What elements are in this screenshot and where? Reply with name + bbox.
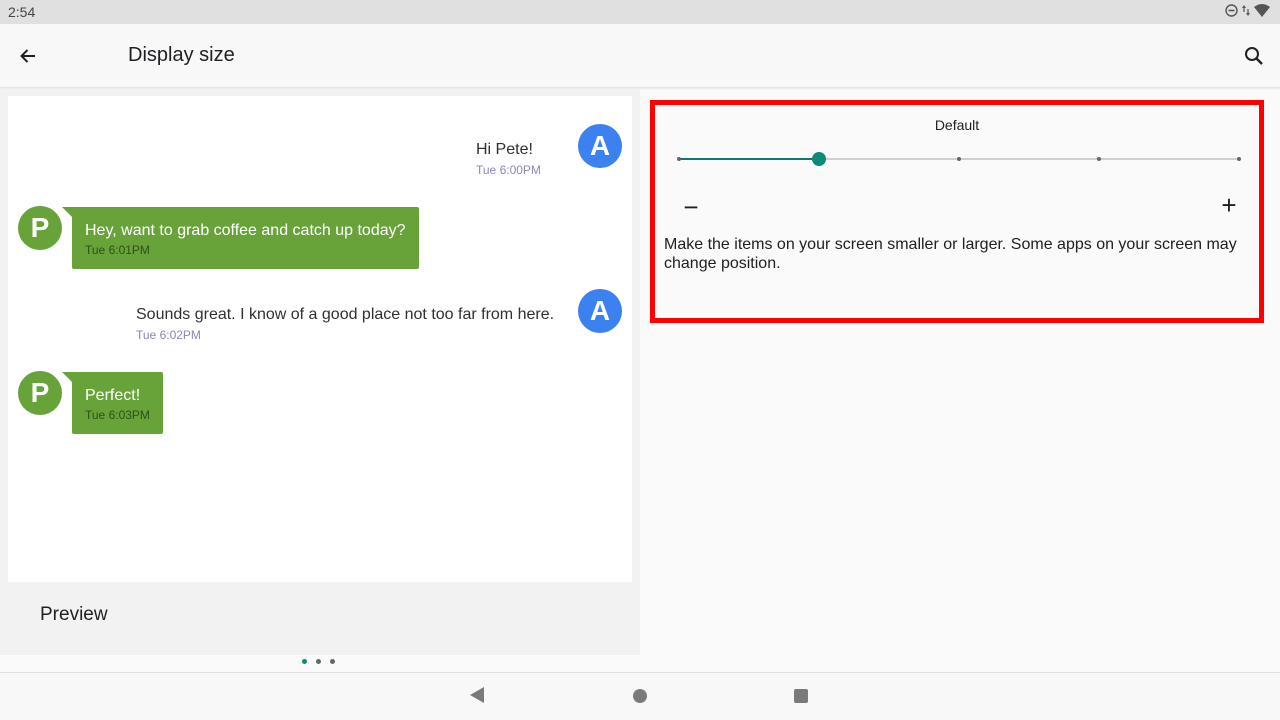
avatar: A bbox=[578, 124, 622, 168]
plus-icon: + bbox=[1221, 189, 1237, 220]
message-text: Hi Pete! bbox=[476, 141, 533, 158]
preview-card: A Hi Pete! Tue 6:00PM P Hey, want to gra… bbox=[8, 96, 632, 582]
message-time: Tue 6:02PM bbox=[136, 328, 201, 342]
avatar: P bbox=[18, 371, 62, 415]
preview-pane[interactable]: A Hi Pete! Tue 6:00PM P Hey, want to gra… bbox=[0, 89, 640, 655]
slider-tick[interactable] bbox=[677, 157, 681, 161]
status-icons bbox=[1225, 4, 1270, 20]
data-transfer-icon bbox=[1242, 4, 1250, 20]
message-text: Perfect! bbox=[85, 387, 141, 404]
size-label: Default bbox=[934, 117, 980, 133]
slider-tick[interactable] bbox=[1237, 157, 1241, 161]
increase-size-button[interactable]: + bbox=[1217, 190, 1241, 220]
message-outgoing: Sounds great. I know of a good place not… bbox=[136, 306, 554, 342]
message-text: Sounds great. I know of a good place not… bbox=[136, 306, 555, 323]
slider-thumb[interactable] bbox=[812, 152, 826, 166]
display-size-panel: Default − + Make the items on your scree… bbox=[650, 100, 1264, 323]
navigation-bar bbox=[0, 672, 1280, 720]
page-indicator[interactable] bbox=[302, 659, 335, 664]
message-incoming: Perfect! Tue 6:03PM bbox=[62, 372, 163, 434]
search-icon bbox=[1245, 47, 1263, 65]
message-time: Tue 6:00PM bbox=[476, 163, 541, 177]
page-dot[interactable] bbox=[302, 659, 307, 664]
slider-tick[interactable] bbox=[957, 157, 961, 161]
back-button[interactable] bbox=[14, 42, 42, 70]
app-bar: Display size bbox=[0, 24, 1280, 88]
do-not-disturb-icon bbox=[1225, 4, 1238, 20]
back-arrow-icon bbox=[20, 49, 35, 63]
page-title: Display size bbox=[128, 44, 235, 66]
page-dot[interactable] bbox=[330, 659, 335, 664]
preview-label: Preview bbox=[40, 604, 108, 625]
slider-fill bbox=[679, 158, 819, 160]
message-outgoing: Hi Pete! Tue 6:00PM bbox=[476, 141, 541, 177]
message-text: Hey, want to grab coffee and catch up to… bbox=[85, 222, 406, 239]
decrease-size-button[interactable]: − bbox=[679, 192, 703, 222]
minus-icon: − bbox=[683, 191, 699, 222]
nav-recents-icon[interactable] bbox=[794, 689, 808, 703]
size-description: Make the items on your screen smaller or… bbox=[664, 236, 1237, 272]
status-time: 2:54 bbox=[8, 4, 36, 20]
avatar: A bbox=[578, 289, 622, 333]
nav-home-icon[interactable] bbox=[633, 689, 647, 703]
nav-back-icon[interactable] bbox=[470, 687, 484, 703]
message-incoming: Hey, want to grab coffee and catch up to… bbox=[62, 207, 419, 269]
search-button[interactable] bbox=[1240, 42, 1268, 70]
message-time: Tue 6:03PM bbox=[85, 408, 150, 422]
message-time: Tue 6:01PM bbox=[85, 243, 150, 257]
wifi-icon bbox=[1254, 4, 1270, 20]
slider-tick[interactable] bbox=[1097, 157, 1101, 161]
size-slider[interactable] bbox=[677, 152, 1241, 166]
page-dot[interactable] bbox=[316, 659, 321, 664]
status-bar: 2:54 bbox=[0, 0, 1280, 24]
avatar: P bbox=[18, 206, 62, 250]
